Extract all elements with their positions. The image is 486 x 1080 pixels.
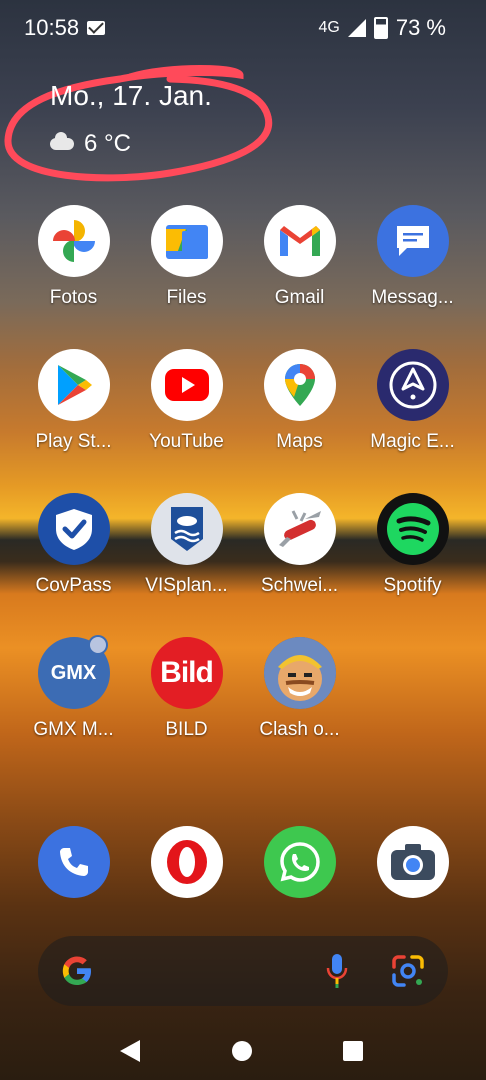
youtube-icon <box>150 349 223 421</box>
temperature-text[interactable]: 6 °C <box>84 130 131 158</box>
app-fotos[interactable]: Fotos <box>17 205 130 309</box>
app-messages[interactable]: Messag... <box>356 205 469 309</box>
app-label: CovPass <box>35 575 112 596</box>
swiss-knife-icon <box>263 493 336 565</box>
app-label: Files <box>166 287 207 308</box>
app-gmail[interactable]: Gmail <box>243 205 356 309</box>
dock-phone[interactable] <box>17 826 130 898</box>
gmx-icon: GMX <box>37 635 110 709</box>
opera-icon <box>150 826 223 898</box>
dock-opera[interactable] <box>130 826 243 898</box>
app-maps[interactable]: Maps <box>243 349 356 453</box>
signal-icon <box>347 19 366 37</box>
whatsapp-icon <box>263 826 336 898</box>
app-label: Messag... <box>371 287 454 308</box>
visplan-icon <box>150 493 223 565</box>
network-type: 4G <box>318 19 340 36</box>
back-button[interactable] <box>120 1040 140 1062</box>
battery-percent: 73 % <box>395 15 446 40</box>
app-youtube[interactable]: YouTube <box>130 349 243 453</box>
app-label: Magic E... <box>370 431 455 452</box>
navigation-bar <box>0 1030 486 1074</box>
messages-icon <box>376 205 449 277</box>
maps-icon <box>263 349 336 421</box>
phone-icon <box>37 826 110 898</box>
app-visplan[interactable]: VISplan... <box>130 493 243 597</box>
app-label: Clash o... <box>259 719 340 740</box>
app-label: Spotify <box>383 575 442 596</box>
at-a-glance-widget[interactable]: Mo., 17. Jan. 6 °C <box>50 80 212 158</box>
app-label: Maps <box>276 431 323 452</box>
app-label: Play St... <box>35 431 112 452</box>
clash-of-clans-icon <box>263 637 336 709</box>
play-store-icon <box>37 349 110 421</box>
google-photos-icon <box>37 205 110 277</box>
home-button[interactable] <box>232 1041 252 1061</box>
app-covpass[interactable]: CovPass <box>17 493 130 597</box>
magic-earth-icon <box>376 349 449 421</box>
app-label: BILD <box>165 719 208 740</box>
app-clash-of-clans[interactable]: Clash o... <box>243 637 356 741</box>
status-bar: 10:58 4G 73 % <box>0 0 486 56</box>
dock-whatsapp[interactable] <box>243 826 356 898</box>
files-icon <box>150 205 223 277</box>
gmx-logo-text: GMX <box>50 661 97 684</box>
bild-icon: Bild <box>150 637 223 709</box>
spotify-icon <box>376 493 449 565</box>
bild-logo-text: Bild <box>160 656 214 689</box>
app-play-store[interactable]: Play St... <box>17 349 130 453</box>
app-label: Schwei... <box>260 575 339 596</box>
mail-notification-icon <box>87 21 106 35</box>
app-label: YouTube <box>149 431 224 452</box>
app-files[interactable]: Files <box>130 205 243 309</box>
google-lens-icon[interactable] <box>390 953 426 989</box>
camera-icon <box>376 826 449 898</box>
date-text[interactable]: Mo., 17. Jan. <box>50 80 212 112</box>
covpass-shield-icon <box>37 493 110 565</box>
google-g-icon[interactable] <box>60 954 94 988</box>
google-search-bar[interactable] <box>38 936 448 1006</box>
app-label: Gmail <box>274 287 325 308</box>
app-label: GMX M... <box>33 719 114 740</box>
gmail-icon <box>263 205 336 277</box>
app-gmx-mail[interactable]: GMX GMX M... <box>17 635 130 741</box>
app-bild[interactable]: Bild BILD <box>130 637 243 741</box>
app-schweizer-messer[interactable]: Schwei... <box>243 493 356 597</box>
cloud-icon <box>50 132 74 150</box>
notification-dot <box>87 635 108 655</box>
app-label: VISplan... <box>145 575 228 596</box>
dock-camera[interactable] <box>356 826 469 898</box>
app-magic-earth[interactable]: Magic E... <box>356 349 469 453</box>
app-label: Fotos <box>49 287 98 308</box>
microphone-icon[interactable] <box>324 952 350 990</box>
clock: 10:58 <box>24 15 80 40</box>
app-spotify[interactable]: Spotify <box>356 493 469 597</box>
battery-icon <box>373 17 388 39</box>
recents-button[interactable] <box>343 1041 363 1061</box>
